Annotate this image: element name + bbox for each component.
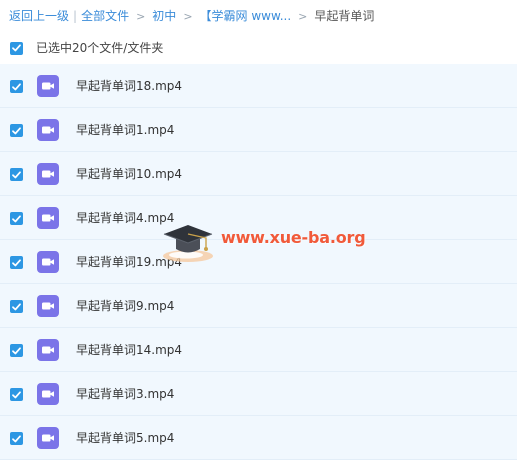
breadcrumb-level-2[interactable]: 【学霸网 www... (200, 9, 292, 23)
file-name[interactable]: 早起背单词14.mp4 (76, 328, 182, 372)
video-file-icon (37, 75, 59, 97)
file-checkbox[interactable] (10, 300, 23, 313)
video-file-icon (37, 119, 59, 141)
file-name[interactable]: 早起背单词3.mp4 (76, 372, 174, 416)
video-file-icon (37, 251, 59, 273)
breadcrumb-arrow: > (136, 10, 146, 23)
breadcrumb: 返回上一级 | 全部文件 > 初中 > 【学霸网 www... > 早起背单词 (9, 0, 374, 33)
file-checkbox[interactable] (10, 212, 23, 225)
check-icon (12, 258, 21, 266)
file-row[interactable]: 早起背单词1.mp4 (0, 108, 517, 152)
breadcrumb-arrow: > (183, 10, 193, 23)
file-name[interactable]: 早起背单词18.mp4 (76, 64, 182, 108)
select-all-row: 已选中20个文件/文件夹 (10, 36, 163, 60)
graduation-cap-icon (163, 225, 213, 262)
check-icon (12, 170, 21, 178)
breadcrumb-arrow: > (298, 10, 308, 23)
file-row[interactable]: 早起背单词5.mp4 (0, 416, 517, 460)
file-checkbox[interactable] (10, 432, 23, 445)
watermark: www.xue-ba.org (162, 216, 372, 264)
file-row[interactable]: 早起背单词10.mp4 (0, 152, 517, 196)
file-checkbox[interactable] (10, 344, 23, 357)
file-row[interactable]: 早起背单词3.mp4 (0, 372, 517, 416)
file-name[interactable]: 早起背单词1.mp4 (76, 108, 174, 152)
video-file-icon (37, 383, 59, 405)
watermark-text: www.xue-ba.org (221, 228, 366, 247)
check-icon (12, 214, 21, 222)
check-icon (12, 82, 21, 90)
video-file-icon (37, 339, 59, 361)
check-icon (12, 434, 21, 442)
file-row[interactable]: 早起背单词9.mp4 (0, 284, 517, 328)
file-row[interactable]: 早起背单词18.mp4 (0, 64, 517, 108)
back-link[interactable]: 返回上一级 (9, 9, 69, 23)
breadcrumb-all-files[interactable]: 全部文件 (81, 9, 129, 23)
file-name[interactable]: 早起背单词5.mp4 (76, 416, 174, 460)
video-file-icon (37, 295, 59, 317)
check-icon (12, 302, 21, 310)
file-name[interactable]: 早起背单词4.mp4 (76, 196, 174, 240)
file-checkbox[interactable] (10, 388, 23, 401)
selection-count-label: 已选中20个文件/文件夹 (36, 41, 164, 55)
file-checkbox[interactable] (10, 124, 23, 137)
breadcrumb-current: 早起背单词 (314, 9, 375, 23)
file-row[interactable]: 早起背单词14.mp4 (0, 328, 517, 372)
file-name[interactable]: 早起背单词9.mp4 (76, 284, 174, 328)
video-file-icon (37, 163, 59, 185)
breadcrumb-separator: | (73, 9, 78, 23)
file-checkbox[interactable] (10, 80, 23, 93)
file-checkbox[interactable] (10, 256, 23, 269)
video-file-icon (37, 207, 59, 229)
file-checkbox[interactable] (10, 168, 23, 181)
check-icon (12, 44, 21, 52)
select-all-checkbox[interactable] (10, 41, 23, 55)
check-icon (12, 126, 21, 134)
check-icon (12, 346, 21, 354)
check-icon (12, 390, 21, 398)
breadcrumb-level-1[interactable]: 初中 (152, 9, 176, 23)
file-name[interactable]: 早起背单词10.mp4 (76, 152, 182, 196)
video-file-icon (37, 427, 59, 449)
